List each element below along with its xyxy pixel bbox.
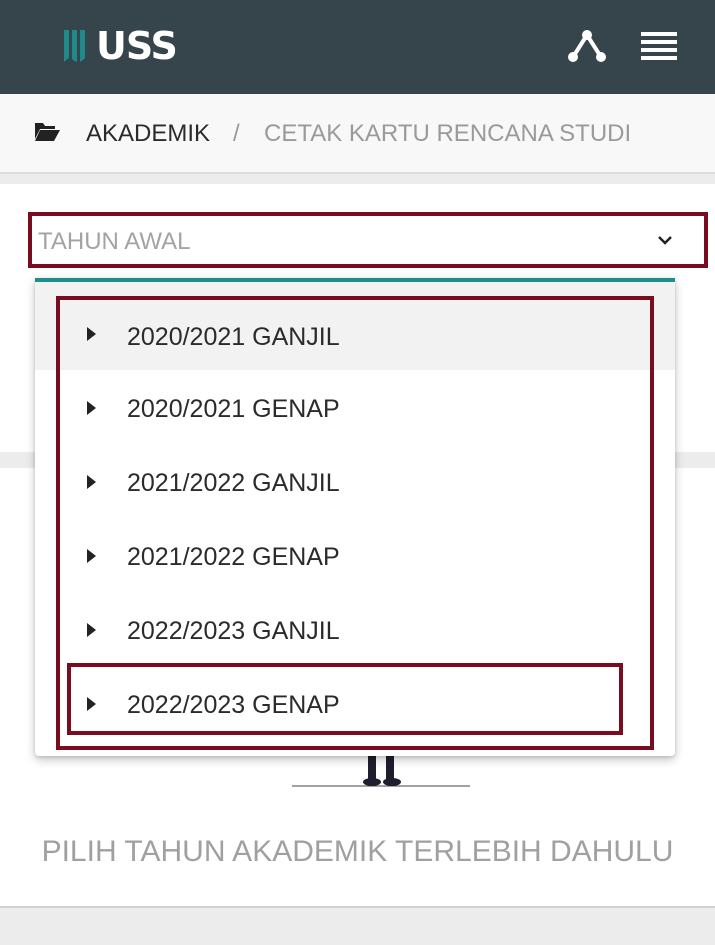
logo-text: USS: [96, 24, 178, 68]
option-label: 2020/2021 GENAP: [127, 395, 340, 423]
menu-icon[interactable]: [641, 30, 677, 62]
caret-right-icon: [87, 697, 96, 711]
tahun-awal-dropdown: 2020/2021 GANJIL 2020/2021 GENAP 2021/20…: [35, 278, 675, 756]
breadcrumb-item-akademik[interactable]: AKADEMIK: [86, 120, 210, 148]
uss-logo[interactable]: USS: [62, 24, 178, 68]
caret-right-icon: [87, 401, 96, 415]
network-icon[interactable]: [568, 29, 606, 63]
option-label: 2022/2023 GANJIL: [127, 617, 340, 645]
folder-open-icon: [35, 123, 60, 141]
dropdown-option[interactable]: 2022/2023 GANJIL: [35, 592, 675, 666]
breadcrumb-item-current: CETAK KARTU RENCANA STUDI: [264, 120, 632, 147]
breadcrumb: AKADEMIK / CETAK KARTU RENCANA STUDI: [0, 94, 715, 174]
caret-right-icon: [87, 623, 96, 637]
caret-right-icon: [87, 549, 96, 563]
empty-state-message: PILIH TAHUN AKADEMIK TERLEBIH DAHULU: [41, 835, 674, 868]
option-label: 2022/2023 GENAP: [127, 691, 340, 719]
app-header: USS: [0, 0, 715, 94]
logo-mark-icon: [64, 30, 85, 62]
tahun-awal-select[interactable]: TAHUN AWAL: [28, 212, 708, 268]
caret-right-icon: [87, 327, 96, 341]
option-label: 2021/2022 GENAP: [127, 543, 340, 571]
breadcrumb-separator: /: [233, 120, 240, 147]
dropdown-options: 2020/2021 GANJIL 2020/2021 GENAP 2021/20…: [35, 282, 675, 740]
dropdown-option[interactable]: 2021/2022 GANJIL: [35, 444, 675, 518]
caret-right-icon: [87, 475, 96, 489]
dropdown-option[interactable]: 2020/2021 GANJIL: [35, 282, 675, 370]
chevron-down-icon: [658, 236, 672, 245]
option-label: 2021/2022 GANJIL: [127, 469, 340, 497]
dropdown-option[interactable]: 2020/2021 GENAP: [35, 370, 675, 444]
dropdown-option[interactable]: 2022/2023 GENAP: [35, 666, 675, 740]
select-placeholder: TAHUN AWAL: [38, 228, 191, 255]
dropdown-option[interactable]: 2021/2022 GENAP: [35, 518, 675, 592]
option-label: 2020/2021 GANJIL: [127, 323, 340, 351]
